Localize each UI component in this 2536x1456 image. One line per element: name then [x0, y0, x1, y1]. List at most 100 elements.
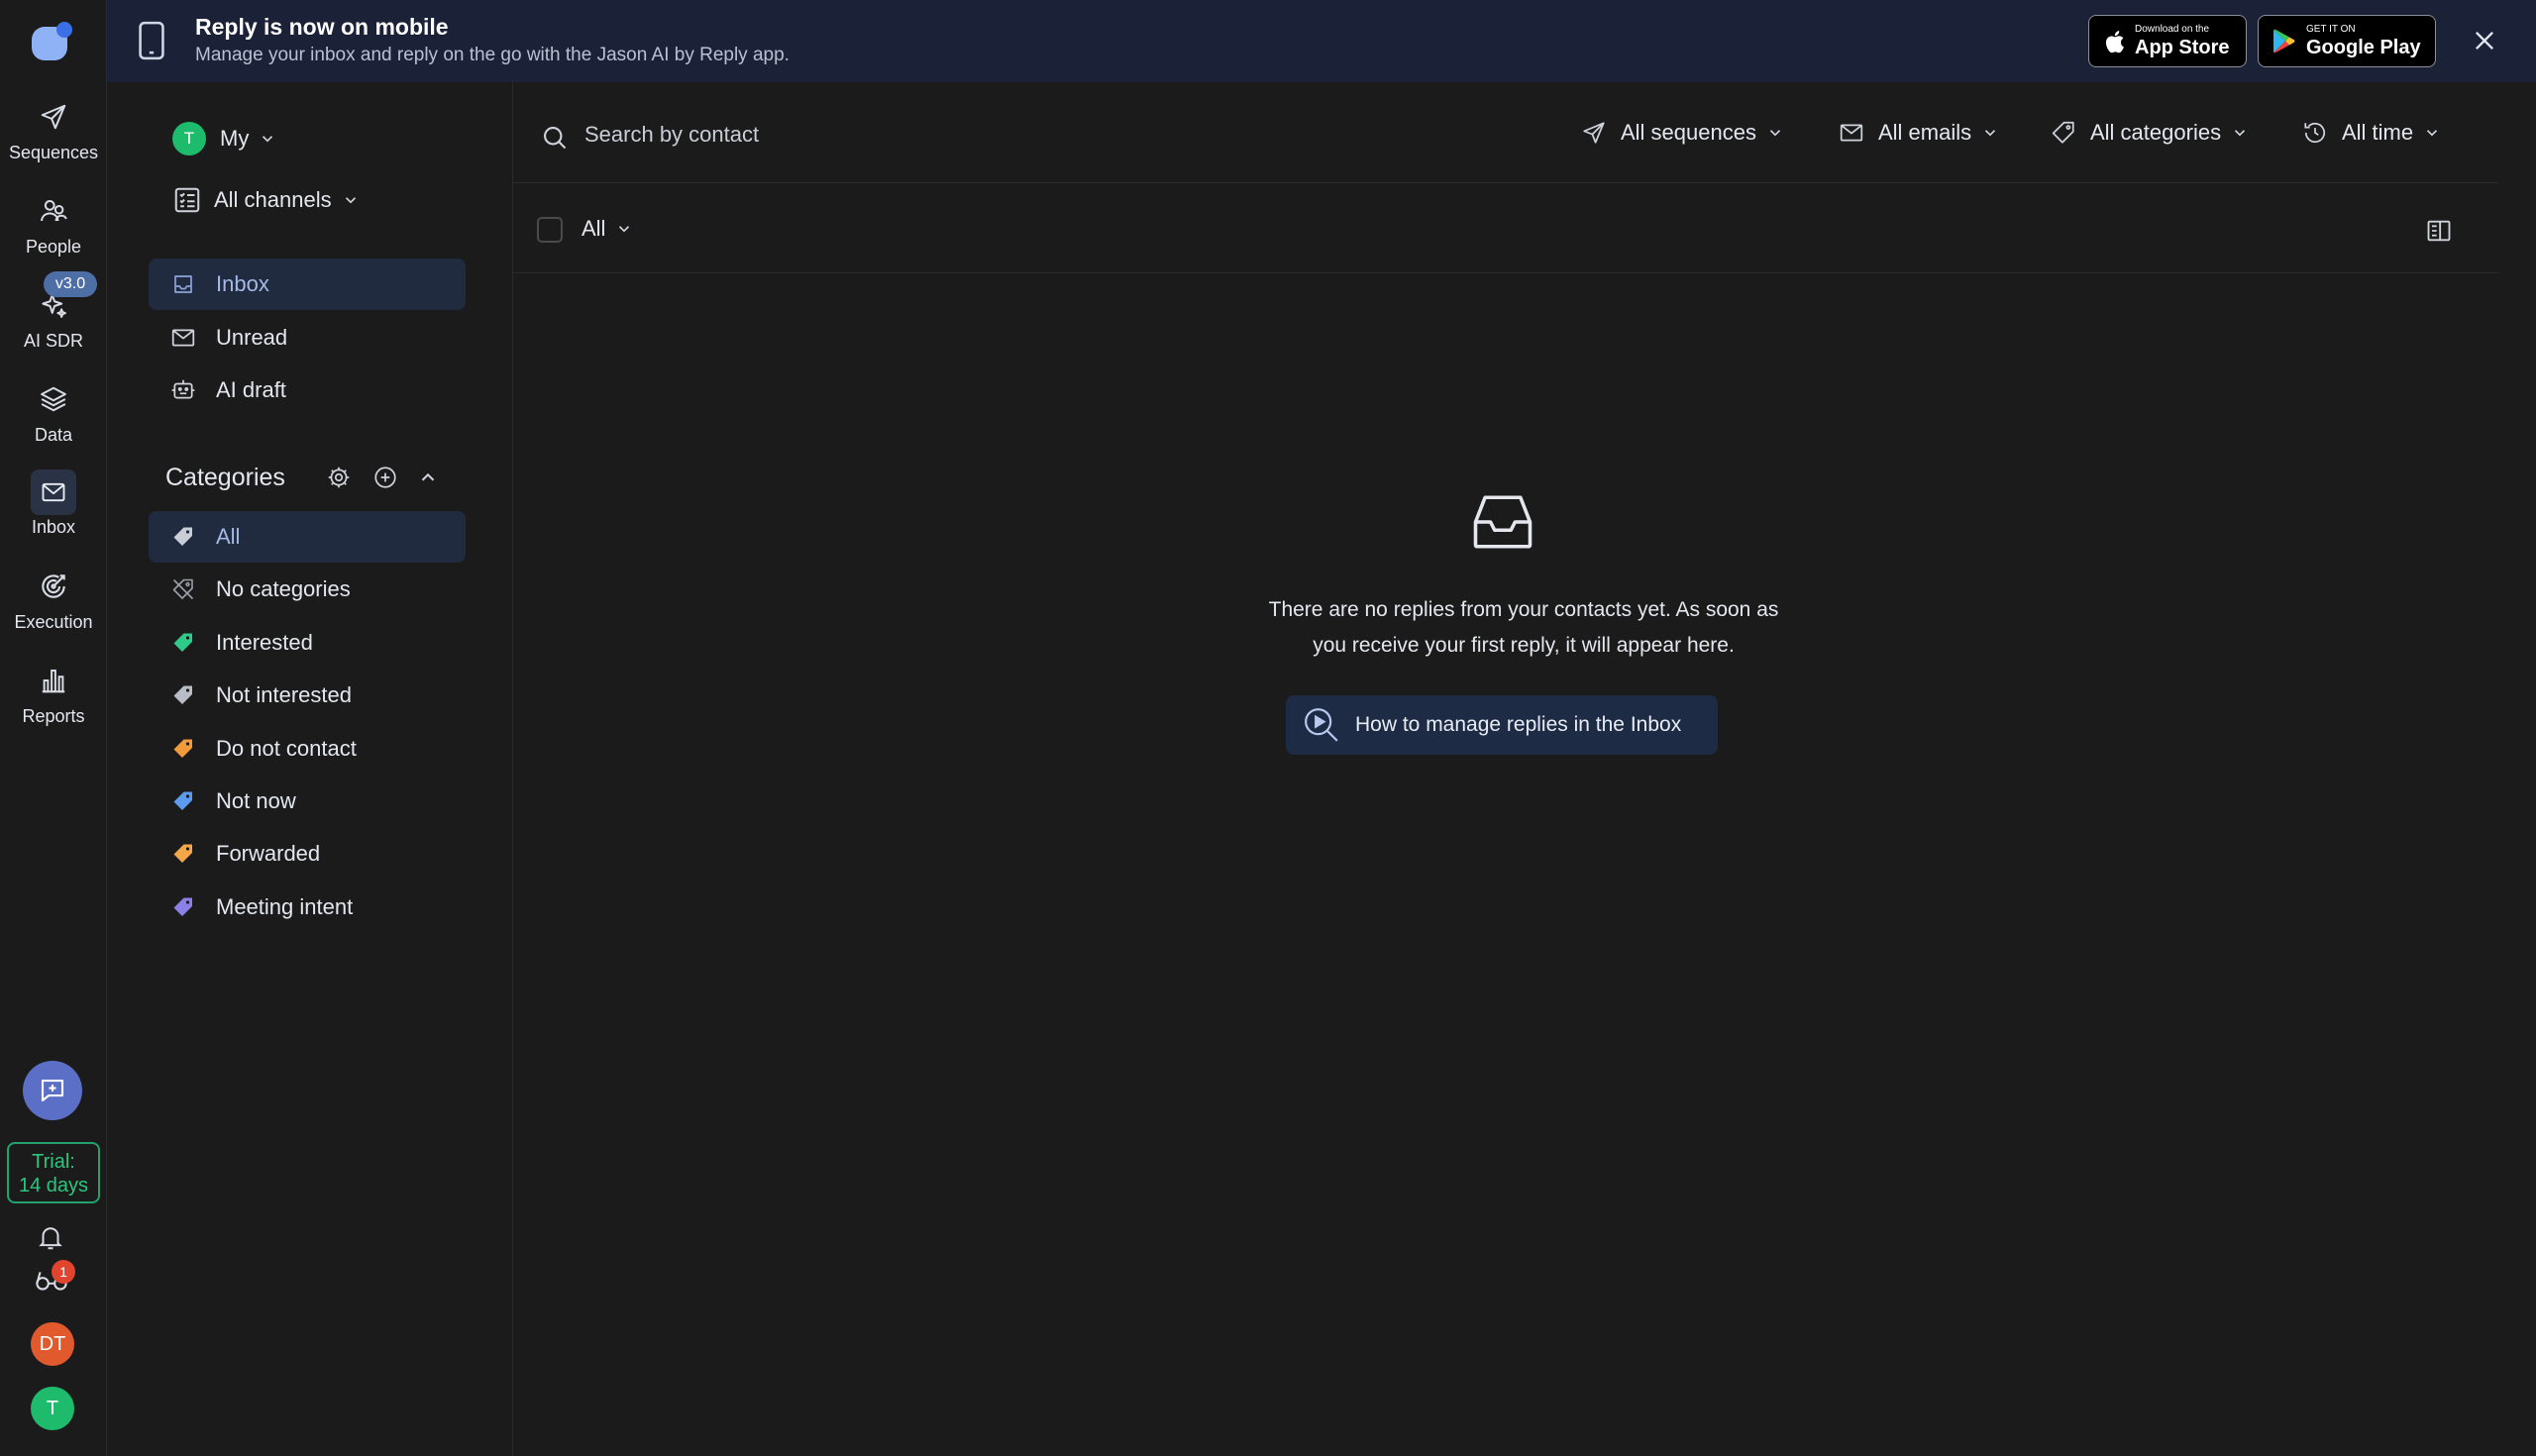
select-all-checkbox[interactable]: [537, 217, 563, 243]
rail-item-sequences[interactable]: Sequences: [0, 97, 107, 172]
bar-chart-icon: [34, 661, 73, 700]
channels-select[interactable]: All channels: [172, 185, 360, 215]
rail-label: Inbox: [31, 517, 76, 537]
owner-avatar: T: [172, 122, 206, 156]
tag-icon: [170, 788, 196, 814]
gear-icon[interactable]: [326, 465, 352, 490]
inbox-icon: [170, 271, 196, 297]
how-to-label: How to manage replies in the Inbox: [1355, 713, 1682, 736]
category-label: No categories: [216, 576, 351, 601]
category-item-forwarded[interactable]: Forwarded: [149, 828, 466, 880]
rail-item-data[interactable]: Data: [0, 379, 107, 455]
nav-item-inbox[interactable]: Inbox: [149, 259, 466, 310]
envelope-icon: [1839, 120, 1864, 146]
version-badge: v3.0: [44, 271, 97, 297]
search-icon: [541, 124, 569, 152]
history-icon: [2302, 120, 2328, 146]
bell-icon[interactable]: [36, 1222, 65, 1252]
trial-badge[interactable]: Trial: 14 days: [7, 1142, 100, 1203]
user-avatar[interactable]: DT: [31, 1322, 74, 1366]
chevron-down-icon: [259, 130, 276, 148]
panel-layout-icon[interactable]: [2425, 217, 2453, 245]
rail-label: AI SDR: [23, 331, 83, 351]
list-filter-label: All: [581, 216, 606, 241]
chevron-down-icon: [342, 191, 360, 209]
apple-icon: [2103, 29, 2125, 54]
close-icon[interactable]: [2471, 27, 2498, 54]
category-label: Forwarded: [216, 841, 321, 866]
category-item-not-now[interactable]: Not now: [149, 776, 466, 827]
owner-label: My: [220, 126, 250, 151]
google-play-button[interactable]: GET IT ON Google Play: [2258, 15, 2436, 67]
category-item-meeting-intent[interactable]: Meeting intent: [149, 882, 466, 933]
rail-item-reports[interactable]: Reports: [0, 661, 107, 736]
google-play-icon: [2272, 29, 2296, 54]
phone-icon: [137, 21, 166, 60]
tag-icon: [170, 682, 196, 708]
workspace-avatar[interactable]: T: [31, 1387, 74, 1430]
how-to-manage-replies-button[interactable]: How to manage replies in the Inbox: [1286, 695, 1718, 755]
trial-line2: 14 days: [18, 1175, 89, 1196]
nav-item-unread[interactable]: Unread: [149, 312, 466, 364]
category-item-not-interested[interactable]: Not interested: [149, 670, 466, 721]
tag-shape: [173, 685, 192, 704]
empty-line-2: you receive your first reply, it will ap…: [1313, 634, 1735, 657]
filter-label: All time: [2342, 120, 2414, 145]
add-circle-icon[interactable]: [372, 465, 398, 490]
category-item-no-categories[interactable]: No categories: [149, 564, 466, 615]
google-play-big-text: Google Play: [2306, 37, 2421, 58]
category-item-all[interactable]: All: [149, 511, 466, 563]
chevron-down-icon: [2231, 124, 2249, 142]
category-label: Not now: [216, 788, 296, 813]
tag-shape: [173, 527, 192, 546]
empty-inbox-icon: [1470, 489, 1535, 555]
rail-label: Reports: [22, 706, 85, 726]
category-item-do-not-contact[interactable]: Do not contact: [149, 723, 466, 775]
emails-filter[interactable]: All emails: [1839, 120, 1999, 146]
categories-filter[interactable]: All categories: [2051, 120, 2249, 146]
search-input[interactable]: [584, 118, 1080, 152]
category-label: Interested: [216, 630, 313, 655]
tag-icon: [170, 736, 196, 762]
chevron-down-icon: [1981, 124, 1999, 142]
nav-item-ai-draft[interactable]: AI draft: [149, 364, 466, 416]
mail-icon: [31, 469, 76, 515]
app-store-button[interactable]: Download on the App Store: [2088, 15, 2247, 67]
time-filter[interactable]: All time: [2302, 120, 2441, 146]
filter-label: All emails: [1878, 120, 1972, 145]
send-icon: [34, 97, 73, 137]
tag-icon: [170, 841, 196, 867]
list-toolbar: All: [513, 183, 2498, 273]
category-label: Meeting intent: [216, 894, 354, 919]
categories-title: Categories: [165, 464, 285, 491]
tag-icon: [170, 630, 196, 656]
notification-count-badge: 1: [52, 1260, 75, 1284]
chevron-down-icon: [2423, 124, 2441, 142]
tag-shape: [173, 739, 192, 758]
left-rail: Sequences People AI SDR v3.0 Data Inbox …: [0, 0, 107, 1456]
people-icon: [34, 191, 73, 231]
empty-line-1: There are no replies from your contacts …: [1268, 598, 1779, 621]
reply-logo-icon[interactable]: [31, 22, 72, 61]
filter-bar: All sequences All emails All categories …: [513, 82, 2498, 183]
tag-outline-icon: [2051, 120, 2076, 146]
chevron-up-icon[interactable]: [417, 467, 439, 488]
app-store-big-text: App Store: [2135, 37, 2230, 58]
banner-title: Reply is now on mobile: [195, 14, 449, 40]
banner-subtitle: Manage your inbox and reply on the go wi…: [195, 45, 790, 65]
list-filter-select[interactable]: All: [581, 216, 633, 242]
chevron-down-icon: [615, 220, 633, 238]
rail-item-inbox[interactable]: Inbox: [0, 469, 107, 545]
google-play-small-text: GET IT ON: [2306, 24, 2356, 35]
sequences-filter[interactable]: All sequences: [1581, 120, 1784, 146]
filter-label: All sequences: [1621, 120, 1756, 145]
category-item-interested[interactable]: Interested: [149, 617, 466, 669]
rail-item-execution[interactable]: Execution: [0, 567, 107, 642]
tag-shape: [173, 633, 192, 652]
rail-item-people[interactable]: People: [0, 191, 107, 266]
owner-select[interactable]: T My: [172, 122, 276, 156]
ai-chat-button[interactable]: [23, 1061, 82, 1120]
empty-state-message: There are no replies from your contacts …: [1187, 592, 1860, 664]
rail-label: Data: [34, 425, 73, 445]
checklist-icon: [172, 185, 202, 215]
